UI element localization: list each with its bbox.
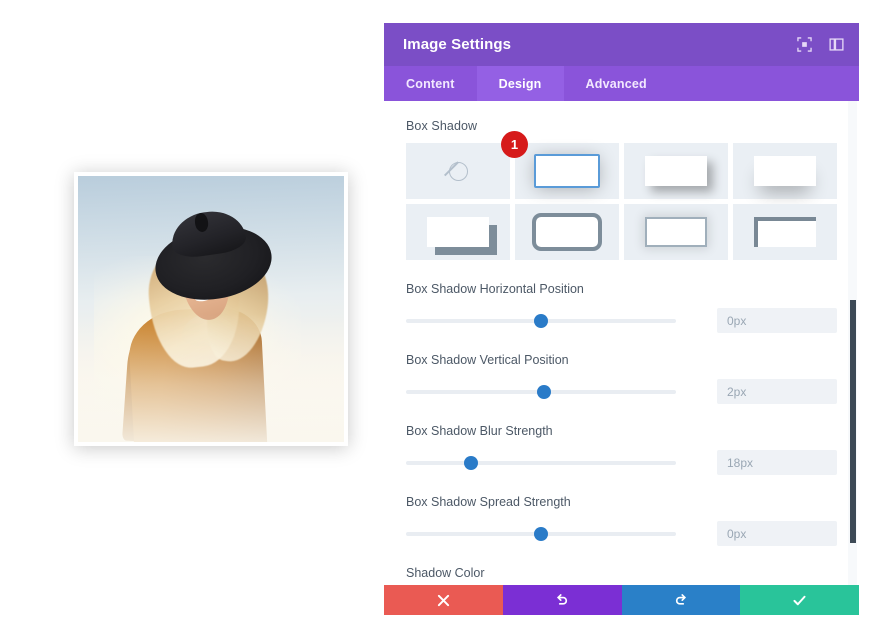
save-button[interactable] — [740, 585, 859, 615]
redo-button[interactable] — [621, 585, 741, 615]
horizontal-position-slider[interactable] — [406, 313, 676, 329]
tab-design[interactable]: Design — [476, 66, 564, 101]
spread-strength-slider[interactable] — [406, 526, 676, 542]
field-blur-strength: Box Shadow Blur Strength 18px — [406, 424, 837, 475]
preset-none[interactable] — [406, 143, 510, 199]
vertical-position-slider[interactable] — [406, 384, 676, 400]
cancel-button[interactable] — [384, 585, 503, 615]
screen: Image Settings Content Design Advanced B… — [0, 0, 880, 638]
field-label: Box Shadow Vertical Position — [406, 353, 569, 367]
slider-track — [406, 460, 676, 465]
field-spread-strength: Box Shadow Spread Strength 0px — [406, 495, 837, 546]
field-vertical-position: Box Shadow Vertical Position 2px — [406, 353, 837, 404]
slider-knob[interactable] — [534, 313, 548, 328]
slider-knob[interactable] — [534, 526, 548, 541]
no-shadow-icon — [448, 161, 468, 181]
header-icon-group — [795, 36, 845, 54]
field-label: Box Shadow Blur Strength — [406, 424, 553, 438]
preset-swatch — [754, 156, 816, 186]
photo-haze — [78, 314, 344, 442]
tab-advanced[interactable]: Advanced — [564, 66, 669, 101]
preset-swatch — [645, 156, 707, 186]
vertical-position-value[interactable]: 2px — [717, 379, 837, 404]
preset-offset-solid[interactable] — [406, 204, 510, 260]
field-horizontal-position: Box Shadow Horizontal Position 0px — [406, 282, 837, 333]
field-row: 2px — [406, 379, 837, 404]
scrollbar-thumb[interactable] — [850, 300, 856, 543]
field-row: 0px — [406, 308, 837, 333]
spread-strength-value[interactable]: 0px — [717, 521, 837, 546]
horizontal-position-value[interactable]: 0px — [717, 308, 837, 333]
settings-scroll-area: Box Shadow 1 Box Shadow Horizontal Posit… — [384, 101, 859, 615]
image-settings-modal: Image Settings Content Design Advanced B… — [384, 23, 859, 615]
blur-strength-slider[interactable] — [406, 455, 676, 471]
preset-soft-glow[interactable]: 1 — [501, 131, 619, 199]
layout-panel-icon[interactable] — [827, 36, 845, 54]
undo-button[interactable] — [502, 585, 622, 615]
preset-swatch — [536, 156, 598, 186]
preset-swatch — [536, 217, 598, 247]
preset-bottom-right-blur[interactable] — [624, 143, 728, 199]
preset-swatch — [427, 217, 489, 247]
box-shadow-preset-grid: 1 — [406, 131, 837, 260]
page-title: Image Settings — [403, 36, 512, 53]
modal-action-bar — [384, 585, 859, 615]
field-row: 0px — [406, 521, 837, 546]
field-row: 18px — [406, 450, 837, 475]
preset-full-outline[interactable] — [515, 204, 619, 260]
focus-icon[interactable] — [795, 36, 813, 54]
field-label: Box Shadow Spread Strength — [406, 495, 571, 509]
image-preview[interactable] — [74, 172, 348, 446]
preset-bottom-blur[interactable] — [733, 143, 837, 199]
preview-photo — [78, 176, 344, 442]
field-label: Box Shadow Horizontal Position — [406, 282, 584, 296]
slider-knob[interactable] — [463, 455, 478, 470]
slider-knob[interactable] — [536, 384, 551, 399]
tab-content[interactable]: Content — [384, 66, 477, 101]
preset-inset-top-left[interactable] — [733, 204, 837, 260]
modal-header: Image Settings — [384, 23, 859, 66]
box-shadow-label: Box Shadow — [406, 119, 478, 133]
preset-swatch — [645, 217, 707, 247]
preset-swatch — [754, 217, 816, 247]
preset-thin-outline[interactable] — [624, 204, 728, 260]
shadow-color-label: Shadow Color — [406, 566, 485, 580]
blur-strength-value[interactable]: 18px — [717, 450, 837, 475]
modal-tabs: Content Design Advanced — [384, 66, 859, 101]
step-badge: 1 — [501, 131, 528, 158]
